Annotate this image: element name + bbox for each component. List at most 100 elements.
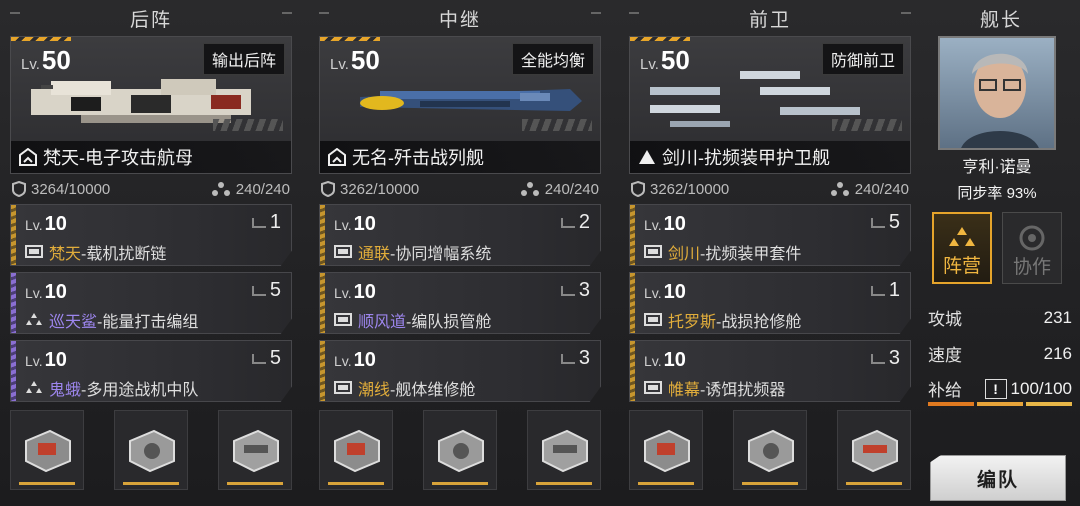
column-title: 中继 [438,9,481,31]
ship-card[interactable]: Lv.50 输出后阵 梵天-电子攻击航母 [10,36,292,174]
shield-icon [12,181,26,197]
captain-panel: 舰长 亨利·诺曼 同步率 93% 阵营 协作 攻城 231 速度 216 补给 ! 1… [922,0,1080,506]
part-slot[interactable] [218,410,292,490]
engine-part-icon [542,429,588,473]
screen-icon [334,313,352,326]
parts-row [629,410,911,490]
module-row[interactable]: Lv. 10 1 托罗斯-战损抢修舱 [629,272,911,334]
engine-part-icon [438,429,484,473]
part-slot[interactable] [423,410,497,490]
module-row[interactable]: Lv. 10 5 鬼蛾-多用途战机中队 [10,340,292,402]
captain-name: 亨利·诺曼 [962,159,1032,176]
load-value: 240/240 [235,180,290,198]
hp-value: 3262/10000 [650,180,730,198]
module-name: 巡天鲨-能量打击编组 [25,308,198,332]
carrier-class-icon [19,148,37,166]
decor-stripes [522,119,592,131]
captain-portrait[interactable] [938,36,1056,150]
ship-name: 剑川-扰频装甲护卫舰 [662,148,830,168]
module-name: 剑川-扰频装甲套件 [644,240,801,264]
module-level: Lv. 10 [25,349,67,371]
module-count: 3 [870,347,900,370]
speed-stat: 速度 216 [928,343,1072,366]
part-slot[interactable] [837,410,911,490]
module-row[interactable]: Lv. 10 3 帷幕-诱饵扰频器 [629,340,911,402]
module-row[interactable]: Lv. 10 1 梵天-载机扰断链 [10,204,292,266]
screen-icon [644,245,662,258]
screen-icon [334,245,352,258]
column-vanguard: 前卫 Lv.50 防御前卫 剑川-扰频装甲护卫舰 3262/10000 240/… [629,0,911,490]
bars-icon [251,285,266,296]
engine-part-icon [852,429,898,473]
column-header: 中继 [319,0,601,36]
load-icon [830,182,849,196]
module-count: 3 [560,279,590,302]
screen-icon [334,381,352,394]
module-row[interactable]: Lv. 10 3 顺风道-编队损管舱 [319,272,601,334]
load-value: 240/240 [544,180,599,198]
module-count: 1 [870,279,900,302]
corner-stripe [630,37,690,41]
corner-stripe [11,37,71,41]
hp-value: 3262/10000 [340,180,420,198]
supply-bar [928,402,1072,406]
module-count: 5 [251,347,281,370]
module-row[interactable]: Lv. 10 2 通联-协同增幅系统 [319,204,601,266]
sync-rate: 同步率 93% [957,185,1037,202]
cooperation-button[interactable]: 协作 [1002,212,1062,284]
formation-button[interactable]: 编队 [930,455,1066,501]
part-slot[interactable] [114,410,188,490]
module-count: 3 [560,347,590,370]
engine-part-icon [748,429,794,473]
camp-label: 阵营 [942,256,981,277]
screen-icon [644,313,662,326]
triangle-squad-icon [26,381,42,393]
part-slot[interactable] [629,410,703,490]
module-row[interactable]: Lv. 10 3 潮线-舰体维修舱 [319,340,601,402]
module-name: 通联-协同增幅系统 [334,240,491,264]
triangle-squad-icon [26,313,42,325]
module-level: Lv. 10 [644,213,686,235]
module-level: Lv. 10 [644,349,686,371]
bars-icon [870,217,885,228]
supply-stat: 补给 ! 100/100 [928,378,1072,400]
captain-header: 舰长 [979,9,1022,31]
module-name: 顺风道-编队损管舱 [334,308,491,332]
module-level: Lv. 10 [334,213,376,235]
part-slot[interactable] [733,410,807,490]
module-level: Lv. 10 [25,213,67,235]
part-slot[interactable] [527,410,601,490]
column-header: 后阵 [10,0,292,36]
ship-name: 无名-歼击战列舰 [352,148,484,168]
load-value: 240/240 [854,180,909,198]
decor-stripes [213,119,283,131]
column-rear: 后阵 Lv.50 输出后阵 梵天-电子攻击航母 3264/10000 240/2… [10,0,292,490]
module-name: 鬼蛾-多用途战机中队 [25,376,198,400]
coop-label: 协作 [1012,257,1051,278]
ship-card[interactable]: Lv.50 全能均衡 无名-歼击战列舰 [319,36,601,174]
module-count: 5 [251,279,281,302]
battleship-class-icon [328,148,346,166]
screen-icon [25,245,43,258]
bars-icon [251,353,266,364]
module-level: Lv. 10 [334,281,376,303]
ship-name: 梵天-电子攻击航母 [43,148,193,168]
part-slot[interactable] [319,410,393,490]
part-slot[interactable] [10,410,84,490]
parts-row [10,410,292,490]
bars-icon [560,353,575,364]
module-row[interactable]: Lv. 10 5 剑川-扰频装甲套件 [629,204,911,266]
module-name: 帷幕-诱饵扰频器 [644,376,785,400]
bars-icon [870,285,885,296]
ship-name-bar: 剑川-扰频装甲护卫舰 [630,141,910,173]
load-icon [211,182,230,196]
ship-card[interactable]: Lv.50 防御前卫 剑川-扰频装甲护卫舰 [629,36,911,174]
engine-part-icon [25,429,71,473]
ship-stats: 3262/10000 240/240 [629,174,911,204]
camp-button[interactable]: 阵营 [932,212,992,284]
screen-icon [644,381,662,394]
ship-stats: 3264/10000 240/240 [10,174,292,204]
frigate-class-icon [639,150,655,164]
module-row[interactable]: Lv. 10 5 巡天鲨-能量打击编组 [10,272,292,334]
column-header: 前卫 [629,0,911,36]
